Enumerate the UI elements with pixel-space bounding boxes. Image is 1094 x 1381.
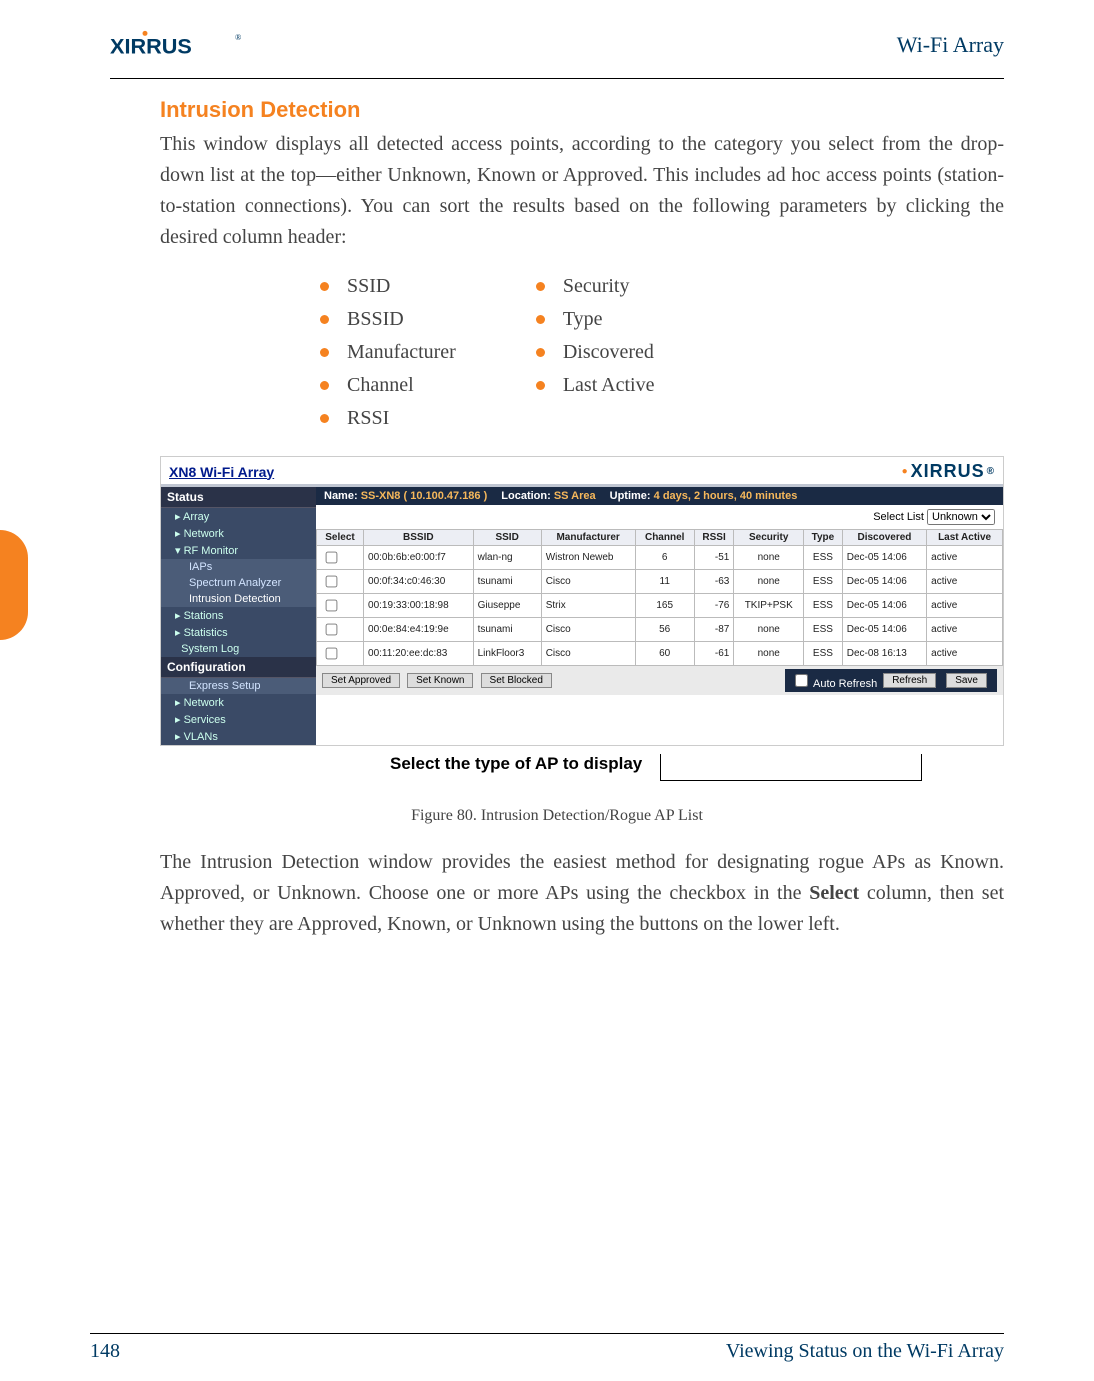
bullet-dot-icon <box>536 282 545 291</box>
side-tab-decorator <box>0 530 28 640</box>
col-bssid[interactable]: BSSID <box>364 530 474 546</box>
footer-title: Viewing Status on the Wi-Fi Array <box>726 1340 1004 1363</box>
bullet-item: Type <box>536 308 655 331</box>
bullet-label: Security <box>563 275 630 298</box>
col-type[interactable]: Type <box>804 530 843 546</box>
bullet-item: Security <box>536 275 655 298</box>
sidebar-item-statistics[interactable]: ▸ Statistics <box>161 624 316 641</box>
sidebar-item-systemlog[interactable]: System Log <box>161 641 316 657</box>
bullet-item: Manufacturer <box>320 341 456 364</box>
row-select-checkbox[interactable] <box>326 600 338 612</box>
bullet-label: SSID <box>347 275 390 298</box>
ap-table: Select BSSID SSID Manufacturer Channel R… <box>316 529 1003 666</box>
bullet-dot-icon <box>320 381 329 390</box>
auto-refresh-toggle[interactable]: Auto Refresh <box>791 671 878 690</box>
bullet-columns: SSID BSSID Manufacturer Channel RSSI Sec… <box>320 265 1004 440</box>
table-row: 00:0e:84:e4:19:9etsunamiCisco56-87noneES… <box>317 618 1003 642</box>
bullet-dot-icon <box>320 315 329 324</box>
info-bar: Name: SS-XN8 ( 10.100.47.186 ) Location:… <box>316 487 1003 505</box>
col-select[interactable]: Select <box>317 530 364 546</box>
sidebar-item-rf-monitor[interactable]: ▾ RF Monitor <box>161 542 316 559</box>
sidebar-sub-spectrum[interactable]: Spectrum Analyzer <box>161 575 316 591</box>
bullet-item: Channel <box>320 374 456 397</box>
col-last-active[interactable]: Last Active <box>927 530 1003 546</box>
embedded-screenshot: XN8 Wi-Fi Array ● XIRRUS® Status ▸ Array… <box>160 456 1004 746</box>
body-paragraph-2: The Intrusion Detection window provides … <box>160 847 1004 940</box>
svg-text:XIRRUS: XIRRUS <box>110 33 192 58</box>
bullet-item: SSID <box>320 275 456 298</box>
sidebar-item-services[interactable]: ▸ Services <box>161 711 316 728</box>
brand-logo: XIRRUS ® <box>110 30 260 60</box>
row-select-checkbox[interactable] <box>326 576 338 588</box>
sidebar-item-stations[interactable]: ▸ Stations <box>161 607 316 624</box>
nav-sidebar: Status ▸ Array ▸ Network ▾ RF Monitor IA… <box>161 487 316 745</box>
col-discovered[interactable]: Discovered <box>842 530 926 546</box>
xirrus-logo-icon: XIRRUS ® <box>110 30 260 60</box>
bullet-dot-icon <box>320 282 329 291</box>
set-approved-button[interactable]: Set Approved <box>322 673 400 688</box>
callout-connector <box>660 754 922 781</box>
select-list-label: Select List <box>873 511 924 523</box>
bullet-item: BSSID <box>320 308 456 331</box>
col-rssi[interactable]: RSSI <box>694 530 734 546</box>
col-channel[interactable]: Channel <box>635 530 694 546</box>
bullet-dot-icon <box>536 348 545 357</box>
set-blocked-button[interactable]: Set Blocked <box>481 673 552 688</box>
sidebar-heading-config: Configuration <box>161 657 316 678</box>
bullet-label: Type <box>563 308 603 331</box>
sidebar-heading-status: Status <box>161 487 316 508</box>
row-select-checkbox[interactable] <box>326 552 338 564</box>
header-title: Wi-Fi Array <box>897 32 1004 58</box>
row-select-checkbox[interactable] <box>326 648 338 660</box>
bullet-item: Last Active <box>536 374 655 397</box>
svg-text:®: ® <box>235 33 241 42</box>
table-row: 00:11:20:ee:dc:83LinkFloor3Cisco60-61non… <box>317 642 1003 666</box>
table-row: 00:0f:34:c0:46:30tsunamiCisco11-63noneES… <box>317 570 1003 594</box>
bullet-label: Manufacturer <box>347 341 456 364</box>
bullet-col-right: Security Type Discovered Last Active <box>536 265 655 440</box>
select-list-dropdown[interactable]: Unknown <box>927 509 995 525</box>
row-select-checkbox[interactable] <box>326 624 338 636</box>
table-row: 00:19:33:00:18:98GiuseppeStrix165-76TKIP… <box>317 594 1003 618</box>
sidebar-sub-iaps[interactable]: IAPs <box>161 559 316 575</box>
bullet-item: Discovered <box>536 341 655 364</box>
device-title: XN8 Wi-Fi Array <box>169 464 274 480</box>
bullet-item: RSSI <box>320 407 456 430</box>
bullet-dot-icon <box>536 315 545 324</box>
page-number: 148 <box>90 1340 120 1363</box>
col-security[interactable]: Security <box>734 530 804 546</box>
sidebar-sub-intrusion[interactable]: Intrusion Detection <box>161 591 316 607</box>
bullet-dot-icon <box>536 381 545 390</box>
refresh-button[interactable]: Refresh <box>883 673 936 688</box>
sidebar-item-array[interactable]: ▸ Array <box>161 508 316 525</box>
xirrus-logo-inline: ● XIRRUS® <box>902 461 995 482</box>
section-heading: Intrusion Detection <box>160 97 1004 123</box>
header-rule <box>110 78 1004 79</box>
col-mfr[interactable]: Manufacturer <box>541 530 635 546</box>
bullet-label: Channel <box>347 374 414 397</box>
sidebar-item-cfg-network[interactable]: ▸ Network <box>161 694 316 711</box>
page-footer: 148 Viewing Status on the Wi-Fi Array <box>90 1333 1004 1363</box>
intro-paragraph: This window displays all detected access… <box>160 129 1004 253</box>
bullet-dot-icon <box>320 348 329 357</box>
page-header: XIRRUS ® Wi-Fi Array <box>110 30 1004 60</box>
save-button[interactable]: Save <box>946 673 987 688</box>
sidebar-item-network[interactable]: ▸ Network <box>161 525 316 542</box>
sidebar-item-vlans[interactable]: ▸ VLANs <box>161 728 316 745</box>
bullet-label: Last Active <box>563 374 655 397</box>
bullet-dot-icon <box>320 414 329 423</box>
sidebar-item-express[interactable]: Express Setup <box>161 678 316 694</box>
table-row: 00:0b:6b:e0:00:f7wlan-ngWistron Neweb6-5… <box>317 546 1003 570</box>
col-ssid[interactable]: SSID <box>473 530 541 546</box>
bullet-label: RSSI <box>347 407 389 430</box>
figure-caption: Figure 80. Intrusion Detection/Rogue AP … <box>110 807 1004 825</box>
set-known-button[interactable]: Set Known <box>407 673 473 688</box>
callout-text: Select the type of AP to display <box>390 754 642 774</box>
bullet-label: Discovered <box>563 341 654 364</box>
bullet-label: BSSID <box>347 308 404 331</box>
bullet-col-left: SSID BSSID Manufacturer Channel RSSI <box>320 265 456 440</box>
